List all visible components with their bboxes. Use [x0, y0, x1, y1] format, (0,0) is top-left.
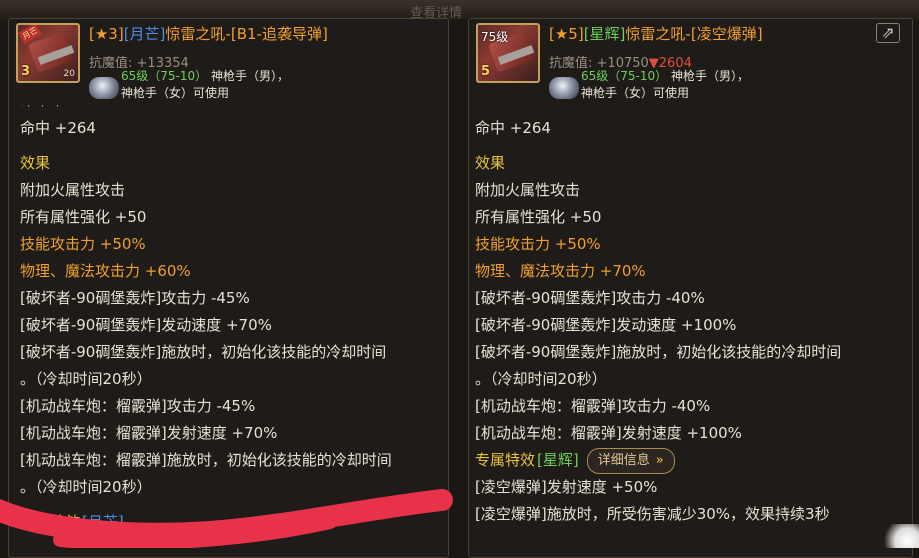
- stat-line: 技能攻击力 +50%: [20, 235, 146, 253]
- item-icon-right[interactable]: 75级 5: [476, 23, 540, 83]
- stat-line: [机动战车炮：榴霰弹]发射速度 +70%: [20, 424, 278, 442]
- stat-line: [凌空爆弹]施放时，所受伤害减少30%，效果持续3秒: [475, 505, 830, 523]
- star-rank: [★3]: [89, 25, 124, 43]
- special-effect-label: 专属特效: [475, 451, 536, 469]
- level-range: 65级（75-10）: [581, 69, 668, 83]
- series-name: [星辉]: [583, 25, 626, 43]
- stat-line: 。（冷却时间20秒）: [475, 370, 607, 388]
- stat-line: [破坏者-90碉堡轰炸]发动速度 +70%: [20, 316, 272, 334]
- item-name: 惊雷之吼-: [625, 25, 691, 43]
- item-icon-left[interactable]: 月芒 3 20: [16, 23, 80, 83]
- item-tooltip-right: 命中 +264 效果附加火属性攻击所有属性强化 +50 技能攻击力 +50% 物理、魔…: [468, 18, 913, 558]
- special-effect-row: 专属特效 [星辉] 详细信息 »: [475, 447, 912, 474]
- detail-info-label: 详细信息: [597, 452, 650, 468]
- star-count-badge: 3: [21, 64, 31, 79]
- item-title-right: [★5][星辉]惊雷之吼-[凌空爆弹]: [549, 23, 763, 44]
- stat-line: 所有属性强化 +50: [20, 208, 147, 226]
- stat-line: [机动战车炮：榴霰弹]施放时，初始化该技能的冷却时间: [20, 451, 392, 469]
- usable-class-1: 神枪手（男），: [210, 69, 289, 83]
- item-stats-left: 命中率 +4% 命中 +264效果附加火属性攻击所有属性强化 +50技能攻击力 …: [9, 99, 448, 536]
- background-title-bar: 查看详情: [0, 0, 919, 21]
- share-icon[interactable]: ⇗: [876, 23, 900, 43]
- special-effect-label: 专属特效: [20, 513, 81, 531]
- item-header-left: 月芒 3 20 [★3][月芒]惊雷之吼-[B1-追袭导弹] 抗魔值: +133…: [9, 19, 448, 105]
- stat-line: [破坏者-90碉堡轰炸]攻击力 -40%: [475, 289, 705, 307]
- special-effect-tag: [月芒]: [82, 513, 124, 531]
- stat-line: [破坏者-90碉堡轰炸]发动速度 +100%: [475, 316, 737, 334]
- section-heading: 效果: [475, 154, 506, 172]
- item-tooltip-left: 命中率 +4% 命中 +264效果附加火属性攻击所有属性强化 +50技能攻击力 …: [8, 18, 449, 558]
- item-title-left: [★3][月芒]惊雷之吼-[B1-追袭导弹]: [89, 23, 328, 44]
- stat-line: [破坏者-90碉堡轰炸]攻击力 -45%: [20, 289, 250, 307]
- skill-name: [凌空爆弹]: [690, 25, 763, 43]
- reinforce-level: 20: [63, 69, 75, 79]
- diamond-icon: [89, 77, 119, 99]
- stat-line: 。（冷却时间20秒）: [20, 370, 152, 388]
- usable-class-2: 神枪手（女）可使用: [581, 86, 690, 100]
- stat-line: [破坏者-90碉堡轰炸]施放时，初始化该技能的冷却时间: [20, 343, 387, 361]
- double-chevron-right-icon: »: [655, 452, 664, 468]
- stat-line: 物理、魔法攻击力 +70%: [475, 262, 646, 280]
- stat-line: [机动战车炮：榴霰弹]攻击力 -40%: [475, 397, 711, 415]
- stat-line: 物理、魔法攻击力 +60%: [20, 262, 191, 280]
- usage-info-left: 65级（75-10） 神枪手（男）， 神枪手（女）可使用: [121, 68, 289, 102]
- stat-line: [破坏者-90碉堡轰炸]施放时，初始化该技能的冷却时间: [475, 343, 842, 361]
- stat-line: 附加火属性攻击: [475, 181, 581, 199]
- star-rank: [★5]: [549, 25, 584, 43]
- diamond-icon: [549, 77, 579, 99]
- special-effect-row: 专属特效 [月芒]: [20, 509, 448, 536]
- detail-info-button[interactable]: 详细信息 »: [586, 447, 675, 474]
- skill-name: [B1-追袭导弹]: [230, 25, 328, 43]
- item-header-right: 75级 5 [★5][星辉]惊雷之吼-[凌空爆弹] ⇗ 抗魔值: +10750▼…: [469, 19, 912, 105]
- stat-line: 。（冷却时间20秒）: [20, 478, 152, 496]
- usable-class-1: 神枪手（男），: [670, 69, 749, 83]
- level-range: 65级（75-10）: [121, 69, 208, 83]
- special-effect-tag: [星辉]: [537, 451, 579, 469]
- stat-line: 命中 +264: [20, 119, 96, 137]
- item-name: 惊雷之吼-: [165, 25, 231, 43]
- item-stats-right: 命中 +264 效果附加火属性攻击所有属性强化 +50 技能攻击力 +50% 物理、魔…: [469, 115, 912, 528]
- stat-line: 所有属性强化 +50: [475, 208, 602, 226]
- stat-line: [机动战车炮：榴霰弹]发射速度 +100%: [475, 424, 742, 442]
- series-name: [月芒]: [123, 25, 166, 43]
- item-level-badge: 75级: [481, 30, 509, 44]
- usable-class-2: 神枪手（女）可使用: [121, 86, 230, 100]
- star-count-badge: 5: [481, 64, 491, 79]
- corner-glare: [881, 524, 919, 548]
- stat-line: [机动战车炮：榴霰弹]攻击力 -45%: [20, 397, 256, 415]
- stat-line: [凌空爆弹]发射速度 +50%: [475, 478, 658, 496]
- stat-line: 命中 +264: [475, 119, 551, 137]
- stat-line: 附加火属性攻击: [20, 181, 126, 199]
- section-heading: 效果: [20, 154, 51, 172]
- stat-line: 技能攻击力 +50%: [475, 235, 601, 253]
- usage-info-right: 65级（75-10） 神枪手（男）， 神枪手（女）可使用: [581, 68, 749, 102]
